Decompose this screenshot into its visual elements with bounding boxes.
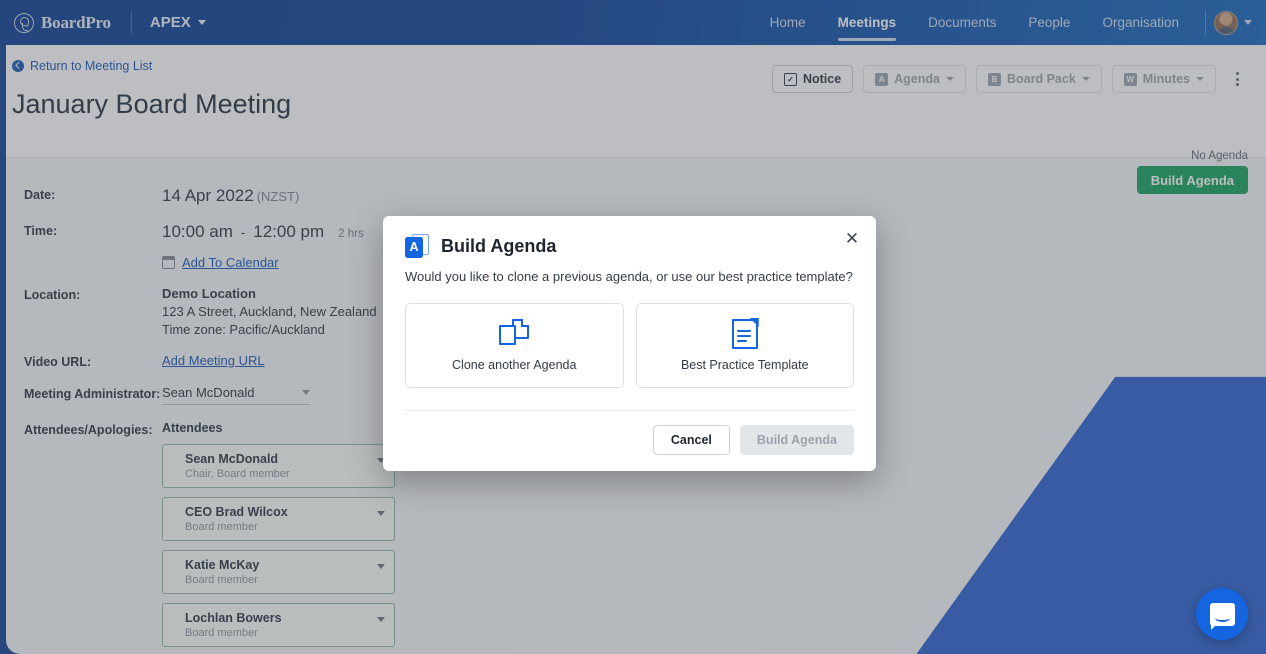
dialog-footer: Cancel Build Agenda [405, 410, 854, 455]
dialog-titlebar: A Build Agenda [405, 234, 854, 258]
dialog-subtitle: Would you like to clone a previous agend… [405, 269, 853, 284]
confirm-build-agenda-button: Build Agenda [739, 425, 854, 455]
chat-bubble-icon [1209, 602, 1235, 626]
agenda-source-options: Clone another Agenda Best Practice Templ… [405, 303, 854, 388]
build-agenda-dialog: ✕ A Build Agenda Would you like to clone… [383, 216, 876, 471]
close-icon[interactable]: ✕ [842, 228, 862, 248]
agenda-letter-a-icon: A [405, 234, 429, 258]
app-window: BoardPro APEX Home Meetings Documents Pe… [0, 0, 1266, 654]
chat-launcher-button[interactable] [1196, 588, 1248, 640]
clone-another-agenda-label: Clone another Agenda [452, 358, 577, 372]
dialog-title: Build Agenda [441, 235, 557, 256]
best-practice-template-label: Best Practice Template [680, 358, 809, 372]
best-practice-template-option[interactable]: Best Practice Template [635, 303, 854, 388]
copy-documents-icon [499, 319, 530, 349]
cancel-button[interactable]: Cancel [652, 425, 730, 455]
document-lines-icon [731, 318, 759, 349]
clone-another-agenda-option[interactable]: Clone another Agenda [405, 303, 624, 388]
